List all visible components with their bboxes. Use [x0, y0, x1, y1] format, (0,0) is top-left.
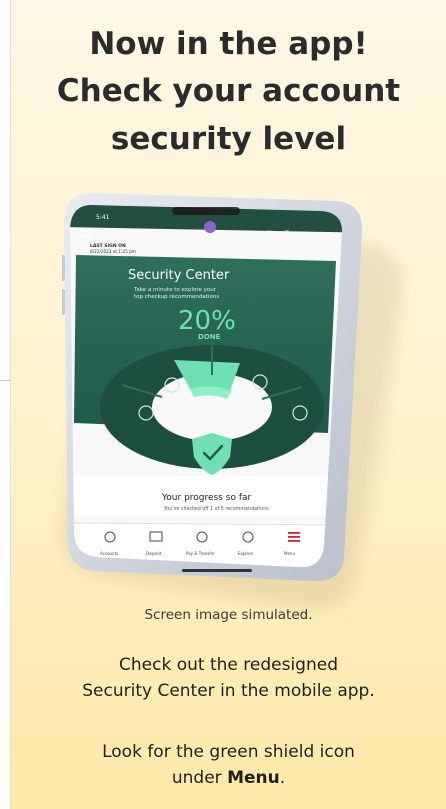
body-line-3: Look for the green shield icon — [102, 742, 355, 762]
phone-status-time: 5:41 — [96, 214, 110, 221]
phone-tagline-line-2: top checkup recommendations — [134, 294, 219, 300]
disclaimer-caption: Screen image simulated. — [144, 607, 313, 623]
menu-emphasis: Menu — [227, 768, 280, 788]
phone-progress-heading: Your progress so far — [161, 493, 252, 503]
phone-progress-subtext: You've checked off 1 of 5 recommendation… — [163, 506, 269, 512]
body-line-4-suffix: . — [279, 768, 286, 788]
headline-line-1: Now in the app! — [89, 26, 368, 62]
left-edge-strip — [0, 0, 11, 809]
headline-line-2: Check your account — [56, 73, 401, 109]
phone-nav-menu: Menu — [284, 551, 295, 556]
headline-line-3: security level — [110, 121, 347, 157]
body-line-2: Security Center in the mobile app. — [82, 681, 375, 701]
phone-last-sign-on-value: 8/22/2023 at 1:25 pm — [90, 249, 136, 254]
body-line-1: Check out the redesigned — [119, 655, 338, 675]
phone-nav-deposit: Deposit — [146, 551, 162, 556]
phone-nav-explore: Explore — [238, 551, 254, 556]
phone-security-center-title: Security Center — [128, 268, 230, 283]
body-line-4-prefix: under — [171, 768, 228, 788]
body-line-4: under Menu. — [11, 765, 446, 791]
phone-progress-done: DONE — [198, 333, 221, 341]
phone-illustration: 5:41 Sign off LAST SIGN ON 8/22/2023 at … — [62, 193, 363, 582]
left-edge-divider — [0, 380, 10, 381]
phone-progress-percent: 20% — [178, 306, 236, 336]
phone-nav-pay-transfer: Pay & Transfer — [186, 551, 215, 556]
phone-mockup: 5:41 Sign off LAST SIGN ON 8/22/2023 at … — [54, 185, 410, 617]
phone-tagline-line-1: Take a minute to explore your — [133, 287, 217, 293]
phone-sign-off: Sign off — [266, 230, 290, 237]
phone-nav-accounts: Accounts — [100, 551, 118, 556]
